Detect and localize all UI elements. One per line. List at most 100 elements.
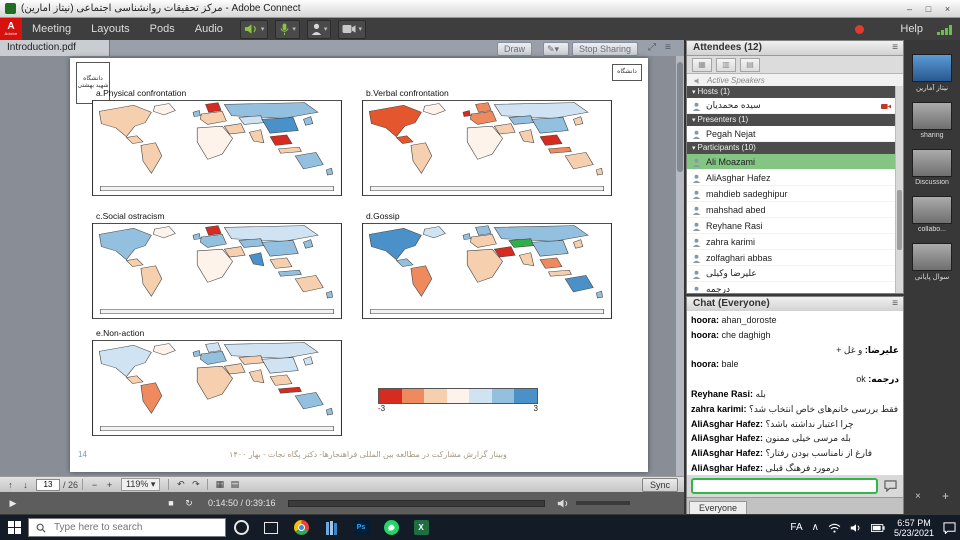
attendee-view-grid-icon[interactable]: ▦: [692, 58, 712, 72]
speaker-button[interactable]: ▾: [240, 20, 269, 39]
excel-taskbar-button[interactable]: X: [406, 520, 436, 535]
page-number-input[interactable]: [36, 479, 60, 491]
taskbar-search[interactable]: [28, 518, 226, 537]
pdf-scrollbar[interactable]: [676, 56, 684, 476]
volume-icon[interactable]: [850, 523, 862, 533]
layout-item[interactable]: sharing: [912, 102, 952, 139]
microphone-button[interactable]: ▾: [275, 20, 300, 39]
chat-pod-menu-icon[interactable]: ≡: [892, 297, 898, 311]
close-layout-icon[interactable]: ×: [915, 491, 921, 502]
wifi-icon[interactable]: [828, 523, 841, 533]
layouts-strip: نیتاز آمارین sharing Discussion collabo.…: [904, 40, 960, 514]
stop-sharing-button[interactable]: Stop Sharing: [572, 42, 638, 56]
attendee-row[interactable]: Pegah Nejat: [687, 126, 895, 142]
volume-speaker-icon[interactable]: [557, 498, 570, 509]
document-tab[interactable]: Introduction.pdf: [0, 40, 110, 56]
map-label-e: e.Non-action: [96, 328, 144, 338]
task-view-button[interactable]: [256, 522, 286, 534]
attendees-scrollbar[interactable]: [895, 86, 903, 293]
send-message-icon[interactable]: [882, 479, 899, 494]
maximize-button[interactable]: □: [919, 2, 938, 16]
attendee-group-header[interactable]: ▾Presenters (1): [687, 114, 895, 126]
world-map-gossip: [362, 223, 612, 319]
page-up-button[interactable]: ↑: [3, 480, 18, 490]
cortana-button[interactable]: [226, 520, 256, 535]
attendee-row[interactable]: AliAsghar Hafez: [687, 170, 895, 186]
notification-center-icon[interactable]: [943, 522, 956, 534]
replay-button[interactable]: ↻: [180, 498, 198, 509]
taskbar-clock[interactable]: 6:57 PM 5/23/2021: [894, 518, 934, 538]
attendee-row[interactable]: zahra karimi: [687, 234, 895, 250]
photoshop-taskbar-button[interactable]: Ps: [346, 520, 376, 535]
webcam-button[interactable]: ▾: [338, 20, 366, 39]
pdf-scrollbar-thumb[interactable]: [677, 62, 683, 172]
attendee-row[interactable]: درجمه: [687, 282, 895, 293]
attendee-row[interactable]: Reyhane Rasi: [687, 218, 895, 234]
sync-button[interactable]: Sync: [642, 478, 678, 492]
person-icon: [692, 156, 701, 166]
whatsapp-taskbar-button[interactable]: [376, 520, 406, 535]
attendee-row[interactable]: علیرضا وکیلی: [687, 266, 895, 282]
fit-width-icon[interactable]: ▤: [227, 479, 242, 490]
playback-progress-bar[interactable]: [288, 500, 545, 507]
layout-thumbnail[interactable]: [912, 243, 952, 271]
status-button[interactable]: ▾: [307, 20, 332, 39]
layout-item[interactable]: collabo...: [912, 196, 952, 233]
chat-title: Chat (Everyone): [693, 298, 770, 309]
grid-view-icon[interactable]: ▦: [212, 479, 227, 490]
zoom-out-button[interactable]: −: [87, 480, 102, 490]
attendees-scrollbar-thumb[interactable]: [897, 190, 902, 250]
pod-options-icon[interactable]: ≡: [665, 42, 671, 53]
play-button[interactable]: ▶: [4, 498, 22, 509]
chat-text: ببخشید برای این هدف فقط بررسی خانم‌های خ…: [749, 404, 899, 414]
layout-item[interactable]: Discussion: [912, 149, 952, 186]
chat-input[interactable]: [691, 478, 878, 494]
close-button[interactable]: ×: [938, 2, 957, 16]
layout-thumbnail[interactable]: [912, 54, 952, 82]
attendee-group-header[interactable]: ▾Hosts (1): [687, 86, 895, 98]
menu-pods[interactable]: Pods: [140, 23, 185, 35]
language-indicator[interactable]: FA: [790, 522, 802, 533]
layout-item[interactable]: نیتاز آمارین: [912, 54, 952, 92]
pen-tool-button[interactable]: ✎▾: [543, 42, 569, 56]
menu-help[interactable]: Help: [890, 23, 933, 35]
attendee-group-header[interactable]: ▾Participants (10): [687, 142, 895, 154]
draw-button[interactable]: Draw: [497, 42, 532, 56]
attendee-row[interactable]: mahdieb sadeghipur: [687, 186, 895, 202]
add-layout-icon[interactable]: +: [942, 489, 949, 503]
minimize-button[interactable]: –: [900, 2, 919, 16]
layout-thumbnail[interactable]: [912, 149, 952, 177]
zoom-in-button[interactable]: +: [102, 480, 117, 490]
layout-thumbnail[interactable]: [912, 196, 952, 224]
layout-item[interactable]: سوال پایانی: [912, 243, 952, 281]
layout-thumbnail[interactable]: [912, 102, 952, 130]
chrome-icon: [294, 520, 309, 535]
volume-slider[interactable]: [576, 501, 630, 505]
page-down-button[interactable]: ↓: [18, 480, 33, 490]
zoom-level-select[interactable]: 119% ▾: [121, 478, 160, 491]
menu-audio[interactable]: Audio: [185, 23, 233, 35]
chrome-taskbar-button[interactable]: [286, 520, 316, 535]
attendees-pod-menu-icon[interactable]: ≡: [892, 41, 898, 55]
attendee-view-status-icon[interactable]: ▤: [740, 58, 760, 72]
attendee-row[interactable]: Ali Moazami: [687, 154, 895, 170]
chevron-down-icon: ▾: [358, 25, 362, 33]
undo-icon[interactable]: ↶: [173, 479, 188, 490]
battery-icon[interactable]: [871, 524, 885, 532]
attendee-row[interactable]: zolfaghari abbas: [687, 250, 895, 266]
start-button[interactable]: [0, 521, 28, 534]
library-taskbar-button[interactable]: [316, 521, 346, 535]
stop-button[interactable]: ■: [162, 498, 180, 508]
attendee-view-breakout-icon[interactable]: ▥: [716, 58, 736, 72]
menu-meeting[interactable]: Meeting: [22, 23, 81, 35]
chat-tab-everyone[interactable]: Everyone: [689, 501, 747, 514]
fullscreen-icon[interactable]: ⤢: [648, 42, 656, 53]
search-input[interactable]: [52, 521, 206, 534]
redo-icon[interactable]: ↷: [188, 479, 203, 490]
menu-layouts[interactable]: Layouts: [81, 23, 140, 35]
chat-sender: AliAsghar Hafez:: [691, 419, 763, 429]
attendee-row[interactable]: mahshad abed: [687, 202, 895, 218]
connection-status-icon[interactable]: [937, 24, 952, 35]
attendee-row[interactable]: سیده محمدیان: [687, 98, 895, 114]
hidden-icons-chevron[interactable]: ∧: [812, 522, 819, 533]
